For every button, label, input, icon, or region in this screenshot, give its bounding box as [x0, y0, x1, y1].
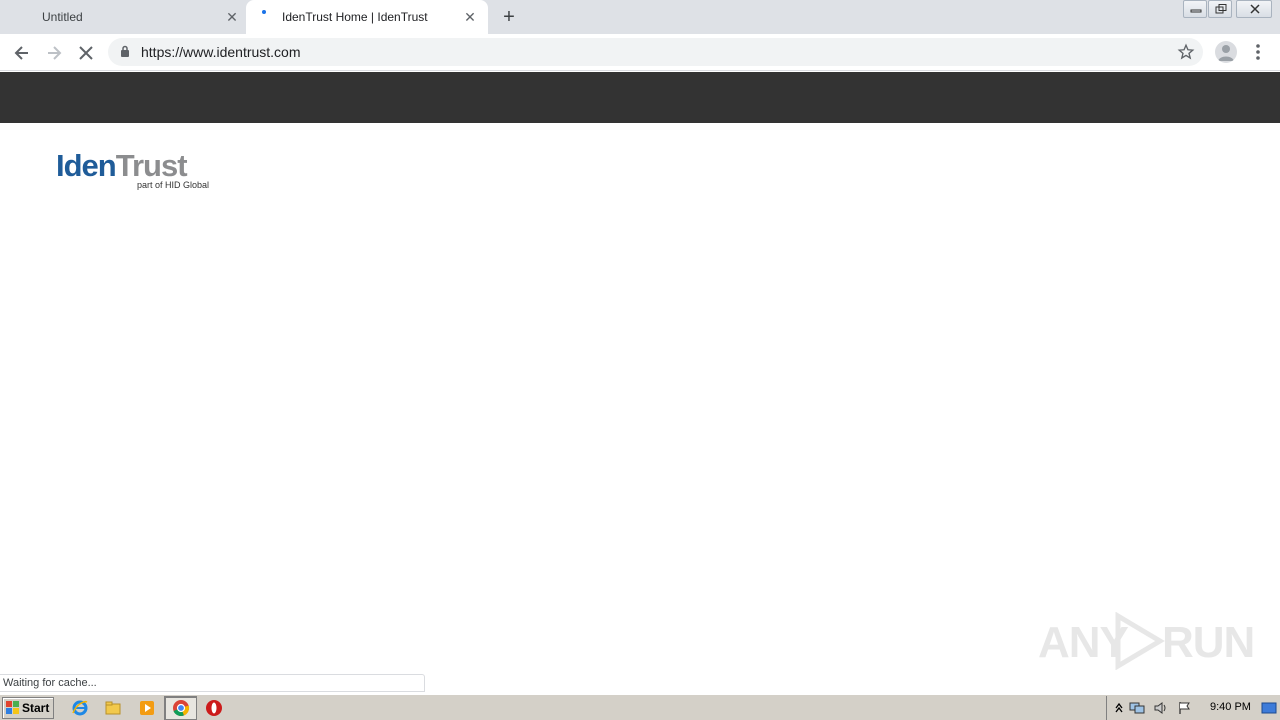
show-hidden-icons-icon[interactable]: [1111, 701, 1127, 715]
logo-iden: Iden: [56, 148, 117, 183]
profile-avatar-icon[interactable]: [1215, 41, 1237, 63]
file-explorer-icon[interactable]: [104, 699, 122, 717]
identrust-logo[interactable]: IdenTrust part of HID Global: [56, 150, 231, 196]
address-bar[interactable]: https://www.identrust.com: [108, 38, 1203, 66]
internet-explorer-icon[interactable]: [71, 699, 89, 717]
show-desktop-icon[interactable]: [1261, 701, 1277, 715]
browser-toolbar: https://www.identrust.com: [0, 34, 1280, 71]
stop-loading-icon[interactable]: [75, 42, 97, 64]
start-label: Start: [22, 701, 50, 715]
tab-strip: Untitled ✕ IdenTrust Home | IdenTrust ✕ …: [0, 0, 1280, 34]
anyrun-watermark: ANY RUN: [1038, 608, 1255, 672]
windows-flag-icon: [6, 701, 19, 714]
chrome-icon: [173, 700, 190, 717]
close-icon: [1250, 4, 1260, 14]
logo-tagline: part of HID Global: [137, 180, 210, 190]
tab-untitled[interactable]: Untitled ✕: [0, 0, 246, 34]
tab-title: IdenTrust Home | IdenTrust: [282, 10, 428, 24]
url-text: https://www.identrust.com: [141, 44, 301, 60]
network-icon[interactable]: [1129, 701, 1145, 715]
logo-trust: Trust: [115, 148, 188, 183]
action-center-flag-icon[interactable]: [1177, 701, 1193, 715]
close-window-button[interactable]: [1236, 0, 1272, 18]
tab-title: Untitled: [42, 10, 83, 24]
forward-arrow-icon[interactable]: [43, 42, 65, 64]
bookmark-star-icon[interactable]: [1177, 43, 1195, 61]
logo-wordmark: IdenTrust: [56, 148, 188, 183]
new-tab-button[interactable]: +: [499, 7, 519, 27]
tab-close-icon[interactable]: ✕: [224, 9, 240, 25]
lock-icon: [121, 45, 129, 57]
more-menu-icon[interactable]: [1250, 42, 1266, 62]
opera-icon[interactable]: [205, 699, 223, 717]
play-logo-icon: [1115, 612, 1165, 670]
loading-favicon-icon: [262, 10, 266, 14]
start-button[interactable]: Start: [2, 697, 54, 719]
media-player-icon[interactable]: [138, 699, 156, 717]
minimize-button[interactable]: [1183, 0, 1207, 18]
chrome-taskbar-button[interactable]: [164, 696, 197, 720]
status-bubble: Waiting for cache...: [0, 674, 425, 692]
taskbar-clock[interactable]: 9:40 PM: [1210, 701, 1251, 713]
volume-icon[interactable]: [1153, 701, 1169, 715]
system-tray: 9:40 PM: [1106, 696, 1280, 720]
minimize-icon: [1190, 9, 1202, 13]
screen: Untitled ✕ IdenTrust Home | IdenTrust ✕ …: [0, 0, 1280, 720]
restore-button[interactable]: [1208, 0, 1232, 18]
tab-close-icon[interactable]: ✕: [462, 9, 478, 25]
restore-icon: [1215, 4, 1227, 14]
tab-identrust[interactable]: IdenTrust Home | IdenTrust ✕: [246, 0, 488, 34]
site-top-bar: [0, 72, 1280, 123]
person-icon: [1218, 45, 1234, 61]
watermark-run: RUN: [1162, 618, 1255, 667]
back-arrow-icon[interactable]: [11, 42, 33, 64]
windows-taskbar: Start 9:40 PM: [0, 694, 1280, 720]
